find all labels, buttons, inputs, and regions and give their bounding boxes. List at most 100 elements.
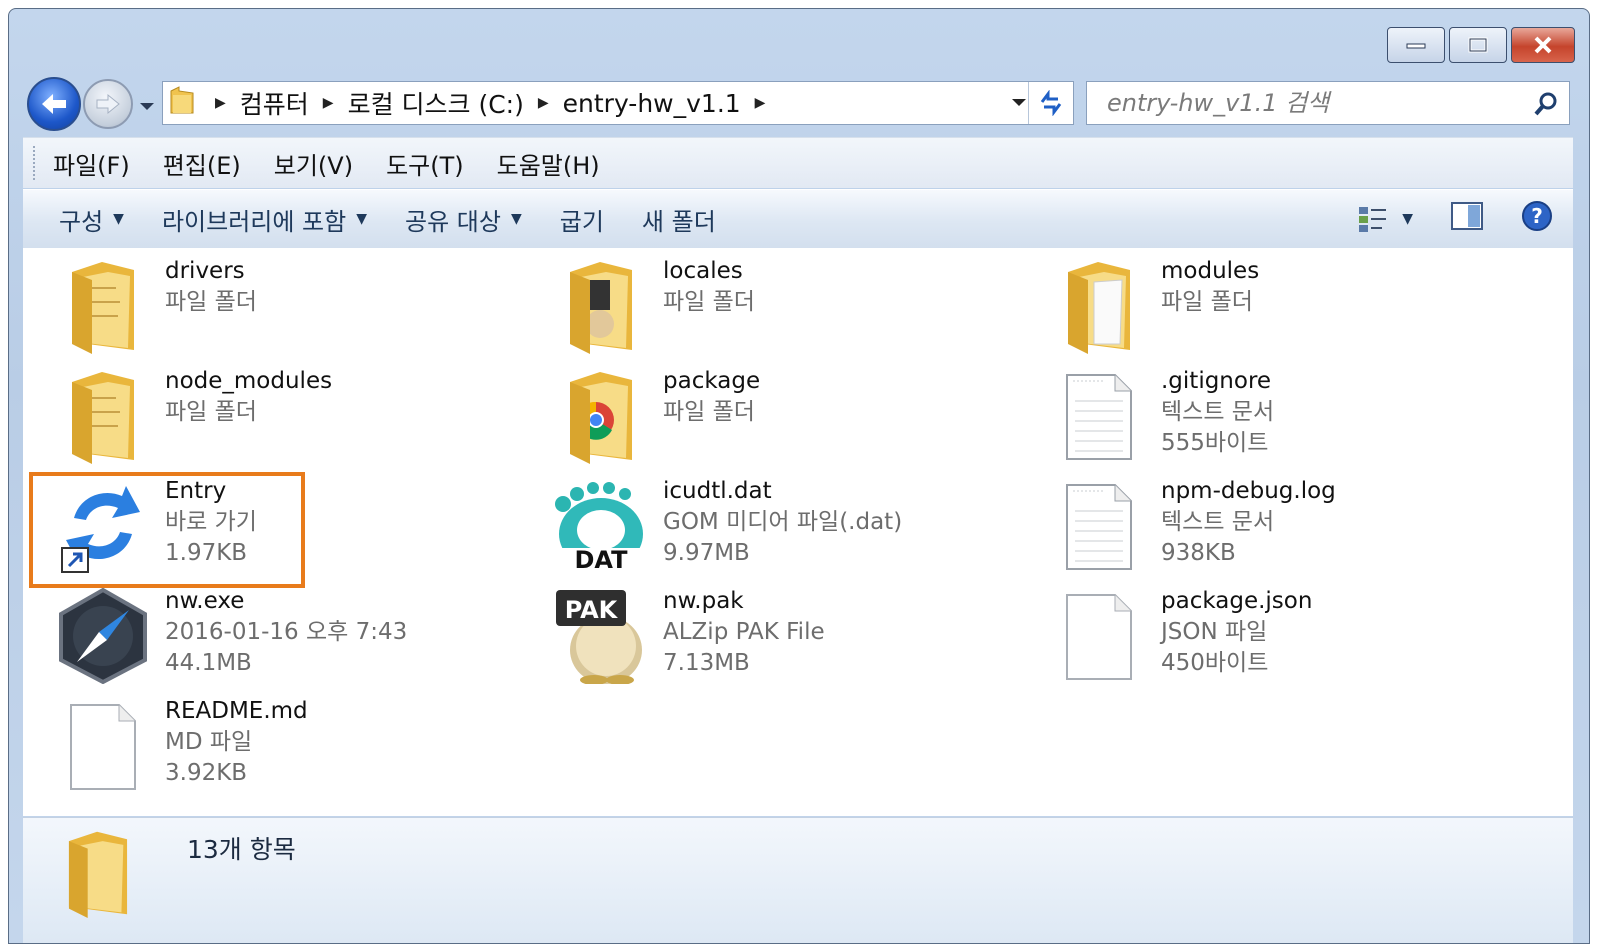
file-type: 파일 폴더 [663,289,755,315]
change-view-button[interactable]: ▼ [1358,205,1413,233]
chevron-down-icon: ▼ [510,211,522,227]
maximize-button[interactable] [1449,27,1507,63]
forward-arrow-icon [96,93,120,115]
back-button[interactable] [27,77,81,131]
list-item[interactable]: DAT icudtl.dat GOM 미디어 파일(.dat) 9.97MB [521,476,991,582]
share-with-label: 공유 대상 [405,207,501,236]
search-input[interactable] [1105,88,1519,118]
file-name: locales [663,258,743,284]
preview-pane-button[interactable] [1451,202,1483,236]
file-name: .gitignore [1161,368,1272,394]
organize-button[interactable]: 구성 ▼ [59,202,124,237]
back-arrow-icon [42,94,66,114]
folder-icon [55,256,151,356]
file-name: drivers [165,258,245,284]
folder-icon [55,366,151,466]
close-button[interactable] [1511,27,1575,63]
burn-button[interactable]: 굽기 [560,202,604,237]
include-library-label: 라이브러리에 포함 [161,207,347,236]
file-size: 555바이트 [1161,430,1269,456]
menu-view[interactable]: 보기(V) [274,146,353,181]
chevron-down-icon [1012,99,1026,106]
share-with-button[interactable]: 공유 대상 ▼ [405,202,522,237]
preview-pane-icon [1451,202,1483,230]
refresh-button[interactable] [1028,82,1073,124]
file-name: modules [1161,258,1260,284]
text-document-icon [1051,476,1147,576]
minimize-button[interactable] [1387,27,1445,63]
list-item[interactable]: PAK nw.pak ALZip PAK File 7.13MB [521,586,991,692]
navigation-row: ▶ 컴퓨터 ▶ 로컬 디스크 (C:) ▶ entry-hw_v1.1 ▶ [9,73,1589,135]
help-icon: ? [1522,201,1552,231]
details-pane: 13개 항목 [23,817,1573,943]
file-type: 파일 폴더 [165,399,257,425]
file-size: 938KB [1161,540,1236,566]
dat-file-icon: DAT [553,476,649,576]
burn-label: 굽기 [559,207,604,236]
breadcrumb-entry-hw[interactable]: entry-hw_v1.1 [563,89,741,118]
help-button[interactable]: ? [1521,200,1553,238]
file-name: README.md [165,698,308,724]
close-icon [1534,36,1552,54]
folder-icon [553,366,649,466]
breadcrumb-separator[interactable]: ▶ [323,95,334,111]
file-type: ALZip PAK File [663,619,825,645]
search-box[interactable] [1086,81,1570,125]
menu-grip [33,146,39,180]
chevron-down-icon [140,103,154,110]
file-size: 3.92KB [165,760,248,786]
folder-icon [1051,256,1147,356]
include-library-button[interactable]: 라이브러리에 포함 ▼ [162,202,367,237]
file-name: nw.exe [165,588,245,614]
list-item[interactable]: package 파일 폴더 [521,366,991,472]
breadcrumb-separator[interactable]: ▶ [755,95,766,111]
explorer-window: ▶ 컴퓨터 ▶ 로컬 디스크 (C:) ▶ entry-hw_v1.1 ▶ 파일… [8,8,1590,944]
list-item[interactable]: node_modules 파일 폴더 [23,366,493,472]
file-type: 텍스트 문서 [1161,509,1275,535]
file-type: JSON 파일 [1161,619,1268,645]
file-type: MD 파일 [165,729,253,755]
selection-highlight [29,472,305,588]
list-item[interactable]: nw.exe 2016-01-16 오후 7:43 44.1MB [23,586,493,692]
menu-file[interactable]: 파일(F) [53,146,130,181]
new-folder-button[interactable]: 새 폴더 [642,202,716,237]
item-count: 13개 항목 [187,835,296,864]
list-item[interactable]: npm-debug.log 텍스트 문서 938KB [1019,476,1489,582]
file-type: 파일 폴더 [165,289,257,315]
address-bar[interactable]: ▶ 컴퓨터 ▶ 로컬 디스크 (C:) ▶ entry-hw_v1.1 ▶ [162,81,1074,125]
view-options-icon [1359,207,1387,232]
list-item[interactable]: README.md MD 파일 3.92KB [23,696,493,802]
command-bar: 구성 ▼ 라이브러리에 포함 ▼ 공유 대상 ▼ 굽기 새 폴더 ▼ ? [23,189,1573,249]
refresh-icon [1040,90,1062,116]
file-type: 텍스트 문서 [1161,399,1275,425]
search-icon[interactable] [1533,91,1559,121]
file-type: 파일 폴더 [1161,289,1253,315]
breadcrumb-separator[interactable]: ▶ [538,95,549,111]
file-size: 44.1MB [165,650,252,676]
maximize-icon [1468,37,1488,53]
nw-app-icon [55,586,151,686]
file-type: 파일 폴더 [663,399,755,425]
menu-tools[interactable]: 도구(T) [386,146,464,181]
list-item[interactable]: package.json JSON 파일 450바이트 [1019,586,1489,692]
folder-icon [553,256,649,356]
breadcrumb-computer[interactable]: 컴퓨터 [240,85,309,121]
address-history-dropdown[interactable] [1011,82,1027,124]
recent-pages-dropdown[interactable] [139,97,155,116]
list-item[interactable]: drivers 파일 폴더 [23,256,493,362]
minimize-icon [1406,43,1426,49]
menu-bar: 파일(F) 편집(E) 보기(V) 도구(T) 도움말(H) [23,137,1573,188]
file-name: nw.pak [663,588,744,614]
forward-button[interactable] [83,79,133,129]
list-item[interactable]: .gitignore 텍스트 문서 555바이트 [1019,366,1489,472]
menu-edit[interactable]: 편집(E) [163,146,241,181]
breadcrumb-local-disk[interactable]: 로컬 디스크 (C:) [348,85,524,121]
list-item[interactable]: locales 파일 폴더 [521,256,991,362]
breadcrumb-separator[interactable]: ▶ [215,95,226,111]
file-size: 450바이트 [1161,650,1269,676]
organize-label: 구성 [59,207,104,236]
folder-icon [169,85,195,121]
list-item[interactable]: modules 파일 폴더 [1019,256,1489,362]
pak-file-icon: PAK [553,586,649,686]
menu-help[interactable]: 도움말(H) [497,146,600,181]
